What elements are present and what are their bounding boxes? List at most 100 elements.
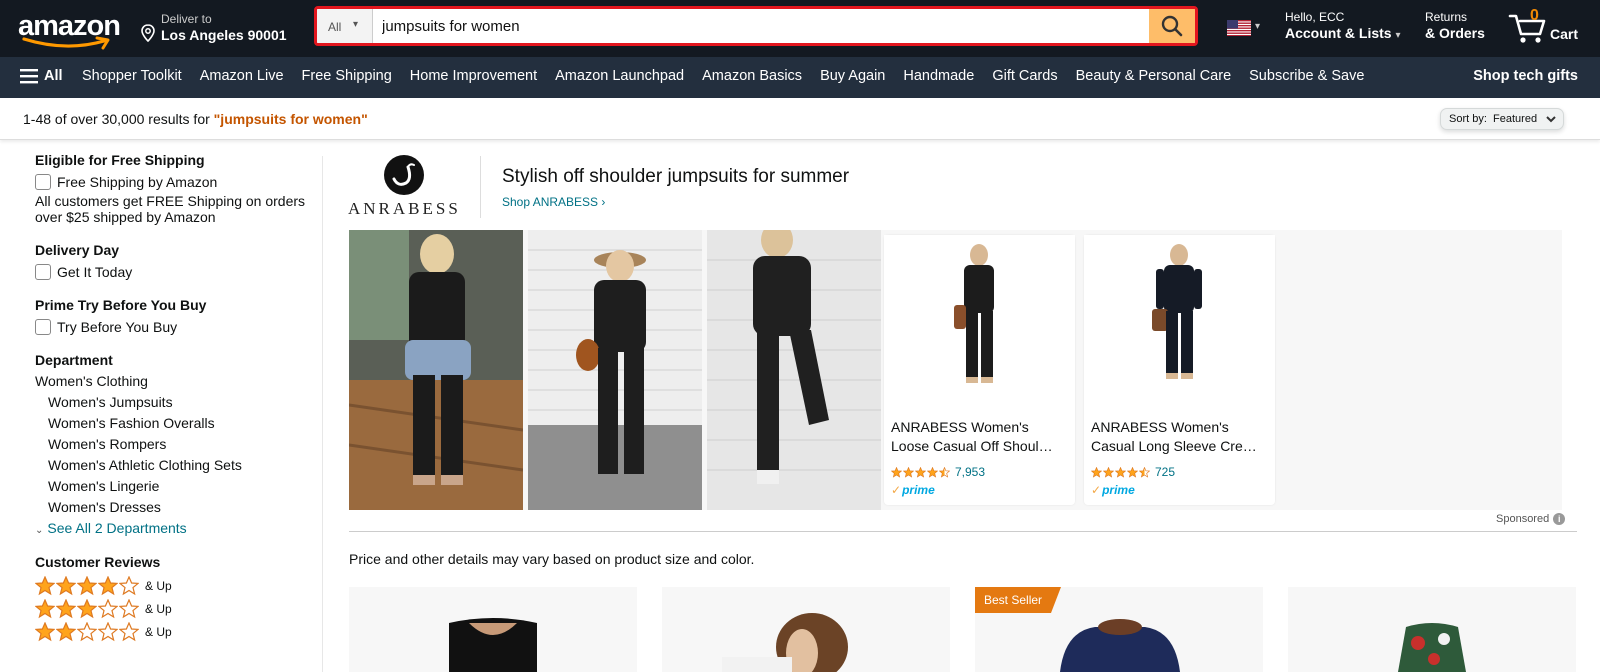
prime-try-heading: Prime Try Before You Buy [35,297,207,313]
subnav-link-buy-again[interactable]: Buy Again [820,68,885,84]
all-menu-button[interactable]: All [20,68,63,84]
anrabess-brand-logo[interactable]: ANRABESS [348,155,460,219]
shop-tech-gifts-link[interactable]: Shop tech gifts [1473,68,1578,84]
sponsored-product-card[interactable]: ANRABESS Women's Casual Long Sleeve Cre…… [1084,235,1275,505]
try-before-buy-checkbox[interactable] [35,319,51,335]
get-it-today-checkbox[interactable] [35,264,51,280]
brand-headline[interactable]: Stylish off shoulder jumpsuits for summe… [502,166,849,188]
get-it-today-filter[interactable]: Get It Today [35,264,320,280]
sponsored-brand-strip: ANRABESS Women's Loose Casual Off Shoul…… [349,230,1562,510]
search-button[interactable] [1149,9,1195,43]
subnav-link-shopper-toolkit[interactable]: Shopper Toolkit [82,68,182,84]
secondary-navigation: All Shopper Toolkit Amazon Live Free Shi… [0,57,1600,98]
review-filter-2-stars[interactable]: & Up [35,620,320,643]
subnav-link-handmade[interactable]: Handmade [903,68,974,84]
sponsored-text: Sponsored [1496,513,1550,525]
product-rating[interactable]: 725 [1091,465,1175,479]
product-title[interactable]: ANRABESS Women's Loose Casual Off Shoul… [891,418,1069,456]
product-card[interactable]: Best Seller [975,587,1263,672]
search-icon [1161,15,1183,37]
product-card[interactable] [662,587,950,672]
sponsored-label[interactable]: Sponsored i [1496,513,1566,525]
department-item[interactable]: Women's Fashion Overalls [35,413,320,434]
star-rating-icon [35,621,140,642]
model-photo-image [707,230,881,510]
jumpsuit-product-image [1152,244,1202,379]
lifestyle-photo[interactable] [349,230,523,510]
subnav-link-amazon-launchpad[interactable]: Amazon Launchpad [555,68,684,84]
results-count: 1-48 of over 30,000 results for "jumpsui… [23,111,368,127]
try-before-buy-label: Try Before You Buy [57,319,178,335]
caret-down-icon: ▾ [1395,30,1401,41]
subnav-links: Shopper Toolkit Amazon Live Free Shippin… [82,68,1382,84]
prime-badge: ✓prime [1091,483,1135,497]
subnav-link-amazon-basics[interactable]: Amazon Basics [702,68,802,84]
department-item[interactable]: Women's Rompers [35,434,320,455]
and-up-label: & Up [145,578,172,593]
brand-name: ANRABESS [348,199,461,218]
review-count: 725 [1155,465,1176,479]
review-filter-3-stars[interactable]: & Up [35,597,320,620]
subnav-link-free-shipping[interactable]: Free Shipping [302,68,392,84]
product-image [722,613,848,672]
account-lists-row: Account & Lists ▾ [1285,25,1401,41]
product-rating[interactable]: 7,953 [891,465,985,479]
try-before-buy-filter[interactable]: Try Before You Buy [35,319,320,335]
subnav-link-amazon-live[interactable]: Amazon Live [200,68,284,84]
chevron-down-icon [1546,116,1556,123]
subnav-link-beauty[interactable]: Beauty & Personal Care [1076,68,1232,84]
filter-sidebar: Eligible for Free Shipping Free Shipping… [35,152,320,643]
subnav-link-subscribe-save[interactable]: Subscribe & Save [1249,68,1364,84]
info-icon: i [1553,513,1566,525]
subnav-link-home-improvement[interactable]: Home Improvement [410,68,537,84]
review-count: 7,953 [955,465,986,479]
brand-separator [480,156,481,218]
customer-reviews-heading: Customer Reviews [35,554,161,570]
sort-value: Featured [1493,113,1538,125]
prime-badge: ✓prime [891,483,935,497]
section-divider [349,531,1577,532]
lifestyle-photo[interactable] [707,230,881,510]
sort-dropdown[interactable]: Sort by: Featured [1440,108,1564,130]
cart-count: 0 [1530,7,1539,24]
star-rating-icon [35,575,140,596]
location-pin-icon [141,24,155,42]
product-card[interactable] [1288,587,1576,672]
star-rating-icon [35,598,140,619]
shop-brand-link[interactable]: Shop ANRABESS › [502,195,605,209]
amazon-logo[interactable]: amazon [18,8,122,50]
free-shipping-checkbox[interactable] [35,174,51,190]
deliver-to-label: Deliver to [161,12,212,26]
prime-label: prime [902,483,935,497]
department-item[interactable]: Women's Jumpsuits [35,392,320,413]
department-womens-clothing[interactable]: Women's Clothing [35,371,320,392]
returns-and-orders[interactable]: Returns & Orders [1425,10,1485,41]
sponsored-product-card[interactable]: ANRABESS Women's Loose Casual Off Shoul…… [884,235,1075,505]
product-image [1084,235,1275,410]
caret-down-icon: ▾ [353,19,359,30]
department-heading: Department [35,352,113,368]
price-disclaimer: Price and other details may vary based o… [349,551,755,567]
lifestyle-photo[interactable] [528,230,702,510]
cart-label: Cart [1550,26,1579,42]
free-shipping-filter[interactable]: Free Shipping by Amazon [35,174,320,190]
subnav-link-gift-cards[interactable]: Gift Cards [992,68,1057,84]
account-and-lists[interactable]: Hello, ECC Account & Lists ▾ [1285,10,1401,41]
department-item[interactable]: Women's Lingerie [35,476,320,497]
model-photo-image [349,230,523,510]
search-category-dropdown[interactable]: All ▾ [317,9,373,43]
see-all-departments-link[interactable]: ⌄ See All 2 Departments [35,518,320,541]
cart-button[interactable]: 0 Cart [1506,6,1594,48]
product-card[interactable] [349,587,637,672]
language-selector[interactable]: ▾ [1227,20,1267,40]
sort-text: Sort by: Featured [1449,113,1537,125]
cart-icon [1508,14,1546,43]
product-title[interactable]: ANRABESS Women's Casual Long Sleeve Cre… [1091,418,1269,456]
department-item[interactable]: Women's Athletic Clothing Sets [35,455,320,476]
department-item[interactable]: Women's Dresses [35,497,320,518]
chevron-down-icon: ⌄ [35,525,44,536]
search-bar: All ▾ [314,6,1198,46]
search-category-value: All [328,20,342,34]
search-input[interactable] [374,9,1144,43]
review-filter-4-stars[interactable]: & Up [35,574,320,597]
